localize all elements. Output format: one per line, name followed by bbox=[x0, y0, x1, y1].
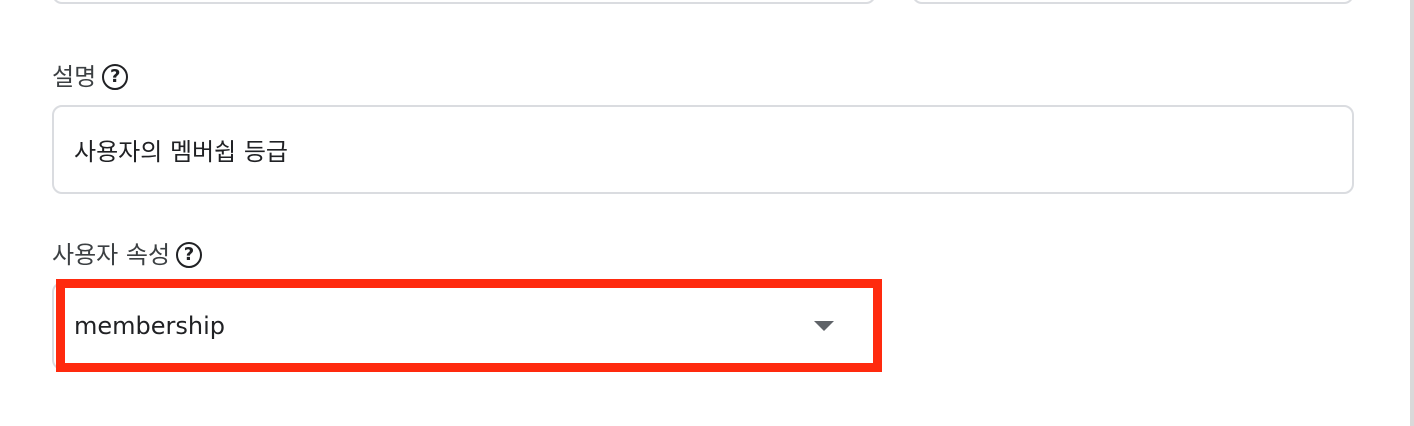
description-input[interactable]: 사용자의 멤버쉽 등급 bbox=[52, 105, 1354, 194]
description-value: 사용자의 멤버쉽 등급 bbox=[74, 138, 288, 166]
user-attribute-label: 사용자 속성 ? bbox=[52, 241, 203, 269]
arrow-drop-down-icon[interactable] bbox=[814, 321, 834, 331]
form-page: 설명 ? 사용자의 멤버쉽 등급 사용자 속성 ? membership bbox=[0, 0, 1414, 426]
description-label: 설명 ? bbox=[52, 63, 129, 91]
user-attribute-help-icon[interactable]: ? bbox=[176, 242, 203, 268]
description-label-text: 설명 bbox=[52, 63, 97, 91]
user-attribute-selected-value: membership bbox=[74, 312, 226, 340]
description-help-icon[interactable]: ? bbox=[102, 64, 129, 90]
user-attribute-label-text: 사용자 속성 bbox=[52, 241, 171, 269]
top-left-field[interactable] bbox=[52, 0, 876, 4]
vertical-scrollbar[interactable] bbox=[1410, 0, 1414, 426]
top-right-field[interactable] bbox=[912, 0, 1354, 4]
user-attribute-select[interactable]: membership bbox=[52, 282, 880, 370]
